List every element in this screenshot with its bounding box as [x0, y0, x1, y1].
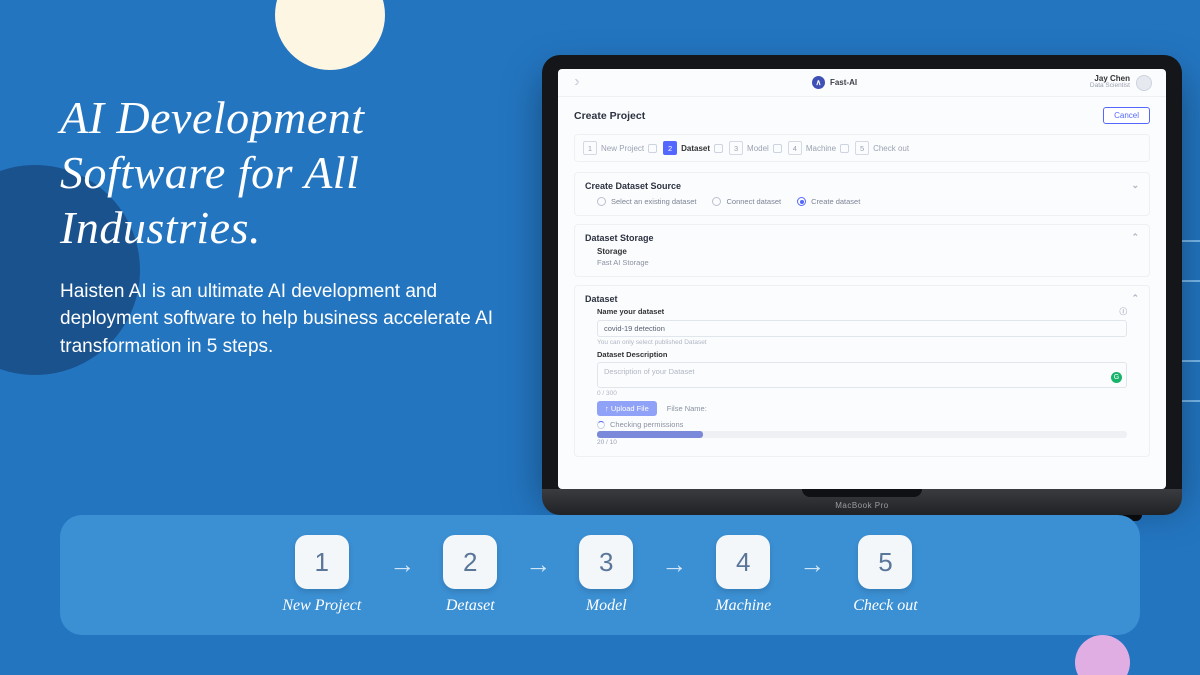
chevron-up-icon[interactable]: ⌃	[1131, 232, 1139, 243]
marketing-slide: AI Development Software for All Industri…	[0, 0, 1200, 675]
wizard-step-new-project[interactable]: 1New Project	[583, 141, 657, 155]
radio-existing-dataset[interactable]: Select an existing dataset	[597, 197, 696, 206]
dataset-desc-count: 0 / 300	[597, 390, 1127, 397]
step-model: 3 Model	[579, 535, 633, 615]
file-name-label: Filse Name:	[667, 404, 707, 413]
dataset-name-hint: You can only select published Dataset	[597, 339, 1127, 346]
section-dataset-source: Create Dataset Source ⌄ Select an existin…	[574, 172, 1150, 216]
laptop-brand-text: MacBook Pro	[835, 501, 889, 510]
radio-connect-dataset[interactable]: Connect dataset	[712, 197, 781, 206]
app-topbar: ☽ ∧ Fast-AI Jay Chen Data Scientist	[558, 69, 1166, 97]
app-logo-icon: ∧	[812, 76, 825, 89]
step-checkout: 5 Check out	[853, 535, 917, 615]
dataset-name-label: Name your dataset	[597, 307, 664, 316]
step-machine: 4 Machine	[715, 535, 771, 615]
section-title: Create Dataset Source	[585, 181, 681, 191]
wizard-steps: 1New Project 2Dataset 3Model 4Machine 5C…	[574, 134, 1150, 162]
hero-title-line3: Industries	[60, 202, 249, 253]
storage-value: Fast AI Storage	[597, 258, 1127, 267]
cancel-button[interactable]: Cancel	[1103, 107, 1150, 124]
steps-banner: 1 New Project → 2 Detaset → 3 Model → 4 …	[60, 515, 1140, 635]
step-new-project: 1 New Project	[282, 535, 361, 615]
hero-title-line1: AI Development	[60, 92, 365, 143]
step-tile: 4	[716, 535, 770, 589]
step-label: Detaset	[446, 597, 495, 615]
step-tile: 1	[295, 535, 349, 589]
laptop-base: MacBook Pro	[542, 489, 1182, 515]
hero-title: AI Development Software for All Industri…	[60, 90, 530, 256]
storage-key: Storage	[597, 247, 1127, 256]
wizard-step-machine[interactable]: 4Machine	[788, 141, 849, 155]
app-brand-text: Fast-AI	[830, 78, 857, 87]
wizard-step-dataset[interactable]: 2Dataset	[663, 141, 723, 155]
upload-progress-text: 20 / 10	[597, 439, 1127, 446]
step-tile: 5	[858, 535, 912, 589]
step-tile: 3	[579, 535, 633, 589]
section-dataset-storage: Dataset Storage ⌃ Storage Fast AI Storage	[574, 224, 1150, 277]
collapse-icon	[714, 144, 723, 153]
collapse-icon	[648, 144, 657, 153]
user-role: Data Scientist	[1090, 83, 1130, 90]
app-brand: ∧ Fast-AI	[812, 76, 857, 89]
theme-toggle-icon[interactable]: ☽	[572, 78, 579, 87]
arrow-right-icon: →	[525, 549, 551, 580]
app-screen: ☽ ∧ Fast-AI Jay Chen Data Scientist	[558, 69, 1166, 489]
spinner-icon	[597, 421, 605, 429]
chevron-down-icon[interactable]: ⌄	[1131, 180, 1139, 191]
step-label: Machine	[715, 597, 771, 615]
hero-subtitle: Haisten AI is an ultimate AI develop­men…	[60, 278, 530, 361]
decor-circle-cream	[275, 0, 385, 70]
permission-status: Checking permissions	[610, 420, 683, 429]
dataset-desc-placeholder: Description of your Dataset	[604, 367, 694, 376]
arrow-right-icon: →	[389, 549, 415, 580]
hero-title-line2: Software for All	[60, 147, 359, 198]
section-title: Dataset	[585, 294, 618, 304]
page-title: Create Project	[574, 110, 645, 122]
section-dataset: Dataset ⌃ Name your dataset ⓘ covid-19 det…	[574, 285, 1150, 457]
decor-circle-pink	[1075, 635, 1130, 675]
avatar[interactable]	[1136, 75, 1152, 91]
step-tile: 2	[443, 535, 497, 589]
collapse-icon	[773, 144, 782, 153]
upload-file-button[interactable]: ↑ Upload File	[597, 401, 657, 416]
collapse-icon	[840, 144, 849, 153]
hero-block: AI Development Software for All Industri…	[60, 90, 530, 360]
step-label: New Project	[282, 597, 361, 615]
laptop-mockup: ☽ ∧ Fast-AI Jay Chen Data Scientist	[542, 55, 1182, 521]
grammarly-icon: G	[1111, 372, 1122, 383]
arrow-right-icon: →	[661, 549, 687, 580]
step-label: Check out	[853, 597, 917, 615]
hero-title-period: .	[249, 202, 261, 253]
wizard-step-checkout[interactable]: 5Check out	[855, 141, 909, 155]
dataset-desc-textarea[interactable]: Description of your Dataset G	[597, 362, 1127, 388]
dataset-desc-label: Dataset Description	[597, 350, 667, 359]
info-icon[interactable]: ⓘ	[1120, 306, 1128, 317]
arrow-right-icon: →	[799, 549, 825, 580]
step-label: Model	[586, 597, 627, 615]
radio-create-dataset[interactable]: Create dataset	[797, 197, 860, 206]
wizard-step-model[interactable]: 3Model	[729, 141, 782, 155]
section-title: Dataset Storage	[585, 233, 654, 243]
upload-progress-bar	[597, 431, 1127, 438]
chevron-up-icon[interactable]: ⌃	[1131, 293, 1139, 304]
dataset-name-input[interactable]: covid-19 detection	[597, 320, 1127, 337]
step-dataset: 2 Detaset	[443, 535, 497, 615]
